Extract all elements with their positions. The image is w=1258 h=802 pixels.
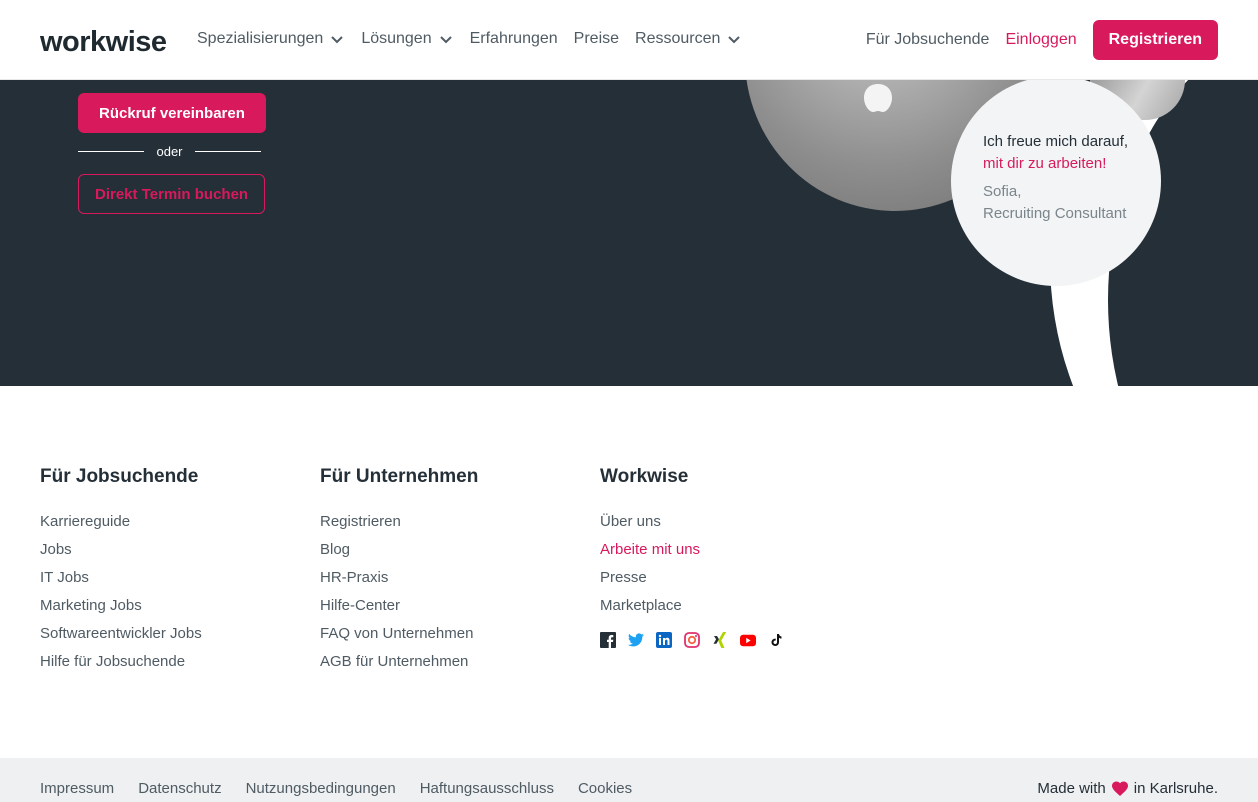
login-link[interactable]: Einloggen bbox=[1005, 31, 1076, 49]
legal-links: Impressum Datenschutz Nutzungsbedingunge… bbox=[40, 780, 656, 797]
site-header: workwise Spezialisierungen Lösungen Erfa… bbox=[0, 0, 1258, 80]
facebook-icon[interactable] bbox=[600, 632, 616, 648]
chevron-down-icon bbox=[331, 36, 344, 44]
header-actions: Für Jobsuchende Einloggen Registrieren bbox=[866, 20, 1218, 60]
workwise-logo[interactable]: workwise bbox=[40, 26, 167, 59]
quote-role: Recruiting Consultant bbox=[983, 205, 1127, 222]
nav-label: Preise bbox=[573, 30, 620, 47]
youtube-icon[interactable] bbox=[740, 632, 756, 648]
instagram-icon[interactable] bbox=[684, 632, 700, 648]
footer-col-workwise: Workwise Über uns Arbeite mit uns Presse… bbox=[600, 466, 796, 648]
in-city-text: in Karlsruhe. bbox=[1133, 780, 1218, 797]
quote-highlight: mit dir zu arbeiten! bbox=[983, 155, 1107, 172]
tiktok-icon[interactable] bbox=[768, 632, 784, 648]
quote-text: Ich freue mich darauf, bbox=[983, 133, 1129, 150]
footer-col-title: Für Jobsuchende bbox=[40, 466, 199, 487]
or-text: oder bbox=[156, 144, 183, 159]
quote-author: Sofia, bbox=[983, 183, 1022, 200]
main-nav: Spezialisierungen Lösungen Erfahrungen P… bbox=[197, 30, 758, 48]
apple-logo-icon bbox=[864, 84, 892, 112]
nav-label: Ressourcen bbox=[635, 30, 721, 47]
footer-col-jobseekers: Für Jobsuchende Karriereguide Jobs IT Jo… bbox=[40, 466, 202, 676]
nav-label: Erfahrungen bbox=[469, 30, 558, 47]
footer-link[interactable]: AGB für Unternehmen bbox=[320, 648, 478, 676]
footer-link[interactable]: Marketplace bbox=[600, 592, 796, 620]
footer-link[interactable]: Marketing Jobs bbox=[40, 592, 202, 620]
nav-spezialisierungen[interactable]: Spezialisierungen bbox=[197, 30, 345, 48]
nav-ressourcen[interactable]: Ressourcen bbox=[635, 30, 742, 48]
xing-icon[interactable] bbox=[712, 632, 728, 648]
impressum-link[interactable]: Impressum bbox=[40, 780, 114, 797]
footer-link[interactable]: HR-Praxis bbox=[320, 564, 478, 592]
nav-label: Lösungen bbox=[361, 30, 432, 47]
footer-link[interactable]: Hilfe für Jobsuchende bbox=[40, 648, 202, 676]
register-button[interactable]: Registrieren bbox=[1092, 20, 1218, 60]
quote-bubble: Ich freue mich darauf, mit dir zu arbeit… bbox=[951, 76, 1161, 286]
footer-col-title: Workwise bbox=[600, 466, 689, 487]
footer-link[interactable]: Hilfe-Center bbox=[320, 592, 478, 620]
divider-line bbox=[78, 151, 145, 152]
nav-preise[interactable]: Preise bbox=[574, 30, 619, 48]
footer-link[interactable]: FAQ von Unternehmen bbox=[320, 620, 478, 648]
made-with-love: Made with in Karlsruhe. bbox=[1037, 780, 1218, 797]
nav-erfahrungen[interactable]: Erfahrungen bbox=[470, 30, 558, 48]
footer-link[interactable]: Jobs bbox=[40, 536, 202, 564]
footer-col-title: Für Unternehmen bbox=[320, 466, 479, 487]
haftungsausschluss-link[interactable]: Haftungsausschluss bbox=[420, 780, 554, 797]
chevron-down-icon bbox=[439, 36, 452, 44]
footer-link-careers[interactable]: Arbeite mit uns bbox=[600, 536, 796, 564]
book-appointment-button[interactable]: Direkt Termin buchen bbox=[78, 174, 266, 214]
footer-link[interactable]: Karriereguide bbox=[40, 508, 202, 536]
datenschutz-link[interactable]: Datenschutz bbox=[138, 780, 221, 797]
for-jobseekers-link[interactable]: Für Jobsuchende bbox=[866, 31, 990, 49]
cookies-link[interactable]: Cookies bbox=[578, 780, 632, 797]
nutzungsbedingungen-link[interactable]: Nutzungsbedingungen bbox=[246, 780, 396, 797]
divider-line bbox=[194, 151, 261, 152]
social-links bbox=[600, 632, 796, 648]
footer-col-companies: Für Unternehmen Registrieren Blog HR-Pra… bbox=[320, 466, 478, 676]
footer-link[interactable]: Presse bbox=[600, 564, 796, 592]
callback-button[interactable]: Rückruf vereinbaren bbox=[78, 93, 266, 133]
footer-link[interactable]: Über uns bbox=[600, 508, 796, 536]
footer-link[interactable]: Registrieren bbox=[320, 508, 478, 536]
or-divider: oder bbox=[78, 144, 261, 159]
nav-loesungen[interactable]: Lösungen bbox=[361, 30, 453, 48]
heart-icon bbox=[1111, 781, 1128, 796]
chevron-down-icon bbox=[728, 36, 741, 44]
footer-link[interactable]: IT Jobs bbox=[40, 564, 202, 592]
footer-bottom-bar: Impressum Datenschutz Nutzungsbedingunge… bbox=[0, 758, 1258, 802]
footer-link[interactable]: Blog bbox=[320, 536, 478, 564]
twitter-icon[interactable] bbox=[628, 632, 644, 648]
nav-label: Spezialisierungen bbox=[197, 30, 324, 47]
footer-link[interactable]: Softwareentwickler Jobs bbox=[40, 620, 202, 648]
linkedin-icon[interactable] bbox=[656, 632, 672, 648]
made-with-text: Made with bbox=[1037, 780, 1106, 797]
